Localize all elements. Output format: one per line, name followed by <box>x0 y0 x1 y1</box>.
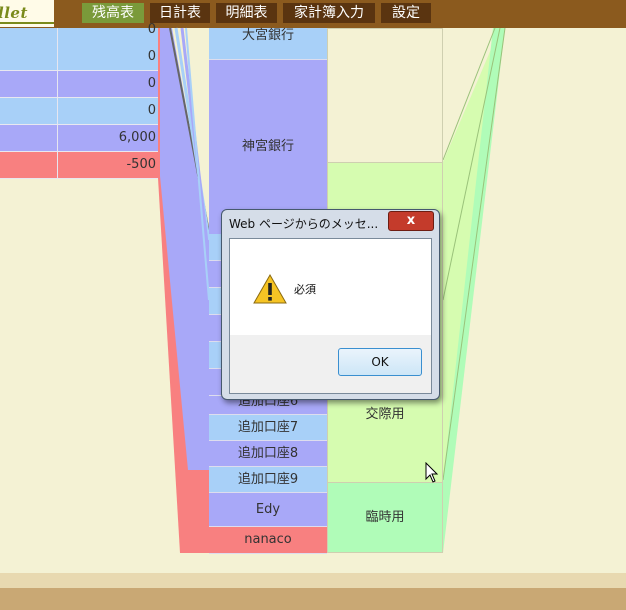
account-label: 追加口座8 <box>237 446 299 461</box>
account-item-nanaco[interactable]: nanaco <box>209 527 327 554</box>
dialog-title: Web ページからのメッセ... <box>229 217 379 231</box>
warning-icon <box>253 274 287 304</box>
dialog-footer: OK <box>230 335 431 393</box>
account-label: 神宮銀行 <box>241 139 294 154</box>
account-label: 大宮銀行 <box>241 28 294 43</box>
dialog-message: 必須 <box>294 283 316 296</box>
account-label: 追加口座7 <box>237 420 299 435</box>
mouse-cursor-icon <box>425 462 439 483</box>
account-item-omiya[interactable]: 大宮銀行 <box>209 28 327 60</box>
close-icon: x <box>406 213 416 228</box>
category-temporary[interactable]: 臨時用 <box>327 482 443 553</box>
account-label: nanaco <box>244 532 292 547</box>
account-item-edy[interactable]: Edy <box>209 493 327 527</box>
category-empty <box>327 28 443 162</box>
account-label: Edy <box>255 502 281 517</box>
dialog-body: 必須 OK <box>229 238 432 394</box>
account-item-extra-8[interactable]: 追加口座8 <box>209 441 327 467</box>
footer-bar <box>0 588 626 610</box>
account-label: 追加口座9 <box>237 472 299 487</box>
category-label: 交際用 <box>365 407 405 422</box>
category-label: 臨時用 <box>365 510 405 525</box>
close-button[interactable]: x <box>388 211 434 231</box>
account-item-extra-9[interactable]: 追加口座9 <box>209 467 327 493</box>
alert-dialog: Web ページからのメッセ... x 必須 OK <box>221 209 440 400</box>
footer-stripe <box>0 573 626 588</box>
ok-button[interactable]: OK <box>338 348 422 376</box>
account-item-extra-7[interactable]: 追加口座7 <box>209 415 327 441</box>
